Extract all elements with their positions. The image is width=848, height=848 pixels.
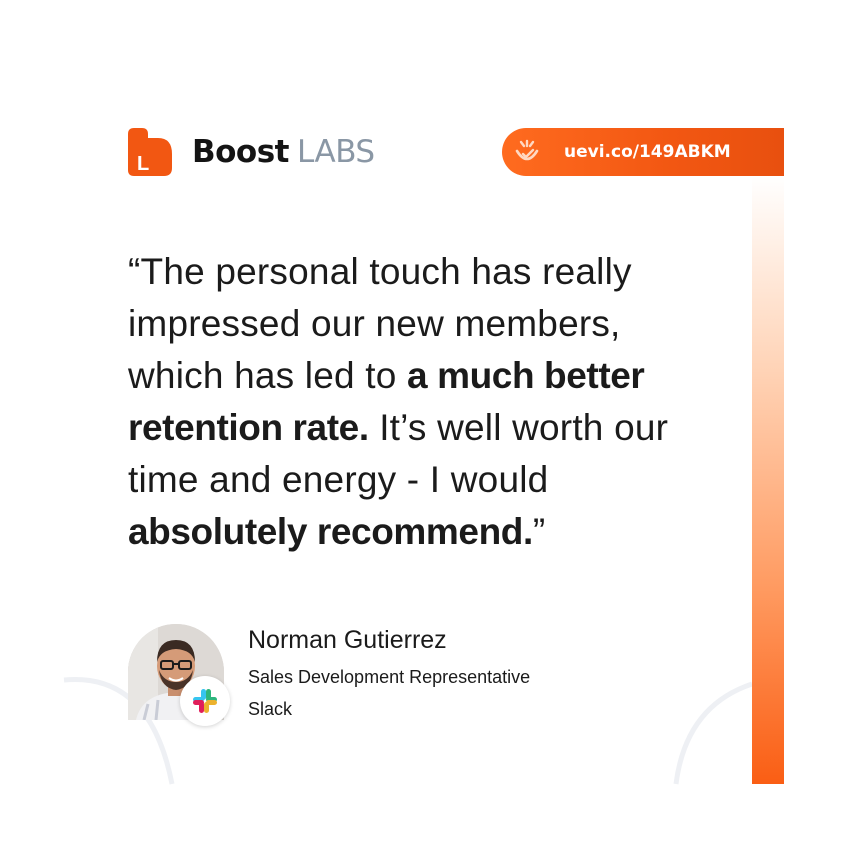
quote-emphasis: absolutely recommend. — [128, 511, 533, 552]
brand-name-light: LABS — [297, 134, 375, 170]
quote-text: It’s well worth our — [368, 407, 669, 448]
quote-line: which has led to a much better — [128, 350, 728, 402]
quote-text: time and energy - I would — [128, 459, 549, 500]
company-badge — [180, 676, 230, 726]
accent-gradient-bar — [752, 176, 784, 784]
svg-text:L: L — [137, 153, 149, 175]
quote-line: “The personal touch has really — [128, 246, 728, 298]
quote-emphasis: retention rate. — [128, 407, 369, 448]
quote-text: ” — [532, 511, 546, 552]
short-link-text[interactable]: uevi.co/149ABKM — [564, 128, 731, 176]
boost-logo-icon: L — [128, 128, 172, 176]
quote-line: absolutely recommend.” — [128, 506, 728, 558]
quote-emphasis: a much better — [407, 355, 645, 396]
quote-line: time and energy - I would — [128, 454, 728, 506]
slack-logo-icon — [193, 689, 217, 713]
author-name: Norman Gutierrez — [248, 626, 447, 654]
quote-text: impressed our new members, — [128, 303, 621, 344]
short-link-pill[interactable]: uevi.co/149ABKM — [502, 128, 784, 176]
author-company: Slack — [248, 699, 293, 719]
brand-wordmark: Boost LABS — [192, 128, 375, 176]
brand-name-bold: Boost — [192, 134, 290, 170]
testimonial-quote: “The personal touch has really impressed… — [128, 246, 728, 558]
brand-logo: L Boost LABS — [128, 128, 375, 176]
author-block: Norman Gutierrez Sales Development Repre… — [128, 624, 688, 726]
quote-text: which has led to — [128, 355, 408, 396]
quote-line: retention rate. It’s well worth our — [128, 402, 728, 454]
quote-line: impressed our new members, — [128, 298, 728, 350]
quote-text: “The personal touch has really — [128, 251, 632, 292]
uevi-check-icon — [515, 139, 539, 161]
author-role: Sales Development Representative — [248, 667, 531, 687]
